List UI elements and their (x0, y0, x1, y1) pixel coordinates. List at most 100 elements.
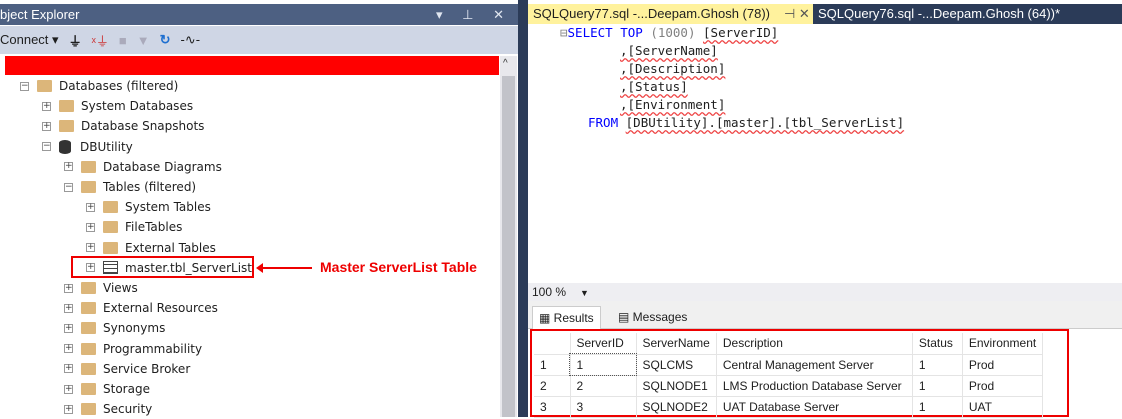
grid-cell[interactable]: 2 (570, 375, 637, 397)
table-row[interactable]: 2 2 SQLNODE1 LMS Production Database Server… (534, 375, 1044, 397)
expand-icon[interactable]: + (64, 404, 73, 414)
tree-node[interactable]: + Security (64, 399, 152, 419)
connect-button[interactable]: Connect ▾ (0, 32, 59, 48)
tree-node[interactable]: + Service Broker (64, 359, 190, 379)
zoom-select[interactable]: 100 % (532, 285, 566, 299)
tab-label: SQLQuery77.sql -...Deepam.Ghosh (78)) (533, 6, 770, 21)
query-editor[interactable]: ⊟SELECT TOP (1000) [ServerID] ,[ServerNa… (528, 24, 1122, 283)
tree-node[interactable]: + External Tables (86, 238, 216, 258)
folder-icon (81, 302, 96, 315)
expand-icon[interactable]: + (64, 303, 73, 313)
grid-cell[interactable]: Central Management Server (716, 354, 913, 376)
tree-node[interactable]: + Views (64, 278, 138, 298)
expand-icon[interactable]: + (42, 121, 51, 131)
sql-keyword: FROM (588, 115, 619, 130)
grid-cell[interactable]: LMS Production Database Server (716, 375, 913, 397)
column-header[interactable]: Description (716, 333, 913, 355)
expand-icon[interactable]: + (86, 243, 95, 253)
sql-identifier: ,[Status] (620, 79, 688, 94)
sql-identifier: [DBUtility].[master].[tbl_ServerList] (625, 115, 905, 130)
tree-node[interactable]: − Databases (filtered) (20, 76, 178, 96)
stop-icon[interactable]: ■ (119, 33, 127, 48)
sql-identifier: ,[Environment] (620, 97, 726, 112)
tab-sqlquery77[interactable]: SQLQuery77.sql -...Deepam.Ghosh (78)) ⊣ ✕ (528, 4, 813, 24)
folder-icon (81, 362, 96, 375)
grid-cell[interactable]: 1 (569, 353, 637, 376)
column-header[interactable]: Status (912, 333, 963, 355)
grid-cell[interactable]: SQLCMS (636, 354, 717, 376)
tab-results[interactable]: ▦ Results (532, 306, 601, 329)
expand-icon[interactable]: + (86, 222, 95, 232)
grid-cell[interactable]: UAT Database Server (716, 396, 913, 418)
column-header[interactable] (534, 333, 571, 355)
pin-close-icon[interactable]: ⊣ ✕ (784, 6, 810, 21)
grid-cell[interactable]: Prod (962, 354, 1044, 376)
column-header[interactable]: Environment (962, 333, 1044, 355)
folder-icon (59, 120, 74, 133)
expand-icon[interactable]: + (64, 323, 73, 333)
panel-divider[interactable] (518, 0, 528, 417)
code-line-2: ,[ServerName] (620, 42, 718, 60)
table-row[interactable]: 3 3 SQLNODE2 UAT Database Server 1 UAT (534, 396, 1044, 418)
collapse-icon[interactable]: ⊟ (560, 25, 568, 40)
grid-cell[interactable]: 1 (912, 354, 963, 376)
collapse-icon[interactable]: − (64, 182, 73, 192)
grid-cell[interactable]: SQLNODE1 (636, 375, 717, 397)
column-header[interactable]: ServerName (636, 333, 717, 355)
code-line-6: FROM [DBUtility].[master].[tbl_ServerLis… (588, 114, 904, 132)
tree-node-label: System Tables (125, 200, 211, 215)
tab-sqlquery76[interactable]: SQLQuery76.sql -...Deepam.Ghosh (64))* (813, 4, 1122, 24)
disconnect-icon[interactable]: ˣ⏚ (92, 31, 109, 50)
grid-cell[interactable]: SQLNODE2 (636, 396, 717, 418)
expand-icon[interactable]: + (42, 101, 51, 111)
arrow-left-icon (256, 263, 312, 273)
collapse-icon[interactable]: − (42, 142, 51, 152)
tree-node[interactable]: + Database Diagrams (64, 157, 222, 177)
tree-node-label: Views (103, 281, 138, 295)
scroll-up-icon[interactable]: ^ (503, 58, 508, 69)
expand-icon[interactable]: + (64, 162, 73, 172)
grid-cell[interactable]: 1 (912, 375, 963, 397)
expand-icon[interactable]: + (86, 202, 95, 212)
filter-icon[interactable]: ▼ (137, 33, 150, 48)
grid-cell[interactable]: 1 (912, 396, 963, 418)
column-header[interactable]: ServerID (570, 333, 637, 355)
tree-node[interactable]: + Database Snapshots (42, 116, 204, 136)
redacted-server-node[interactable] (5, 56, 499, 75)
expand-icon[interactable]: + (64, 364, 73, 374)
tree-node[interactable]: + Storage (64, 379, 150, 399)
expand-icon[interactable]: + (64, 283, 73, 293)
grid-cell[interactable]: 1 (534, 354, 571, 376)
tree-node[interactable]: + External Resources (64, 298, 218, 318)
activity-monitor-icon[interactable]: -∿- (181, 32, 201, 48)
zoom-bar: 100 % ▼ (528, 283, 1122, 301)
scrollbar-thumb[interactable] (502, 76, 515, 417)
grid-cell[interactable]: UAT (962, 396, 1044, 418)
highlight-box (71, 256, 254, 278)
tree-node-label: External Resources (103, 301, 218, 316)
refresh-icon[interactable]: ↻ (160, 32, 171, 48)
tree-node[interactable]: + Synonyms (64, 318, 165, 338)
tree-node[interactable]: + Programmability (64, 339, 202, 359)
tree-node[interactable]: + FileTables (86, 217, 182, 237)
tree-node[interactable]: − Tables (filtered) (64, 177, 196, 197)
tab-label: Results (553, 311, 594, 325)
collapse-icon[interactable]: − (20, 81, 29, 91)
grid-cell[interactable]: 3 (534, 396, 571, 418)
grid-cell[interactable]: 2 (534, 375, 571, 397)
folder-icon (81, 282, 96, 294)
expand-icon[interactable]: + (64, 384, 73, 394)
chevron-down-icon[interactable]: ▼ (580, 288, 589, 298)
tree-node[interactable]: + System Tables (86, 197, 211, 217)
panel-window-controls[interactable]: ▾ ⊥ ✕ (436, 4, 512, 25)
tree-node[interactable]: + System Databases (42, 96, 193, 116)
tab-messages[interactable]: ▤ Messages (612, 306, 693, 329)
tree-scrollbar[interactable]: ^ (500, 56, 517, 417)
connect-plug-icon[interactable]: ⏚ (69, 31, 82, 50)
expand-icon[interactable]: + (64, 344, 73, 354)
grid-cell[interactable]: Prod (962, 375, 1044, 397)
grid-cell[interactable]: 3 (570, 396, 637, 418)
tree-node[interactable]: − DBUtility (42, 137, 133, 157)
table-row[interactable]: 1 1 SQLCMS Central Management Server 1 Prod (534, 353, 1044, 376)
tree-node-label: External Tables (125, 240, 216, 255)
